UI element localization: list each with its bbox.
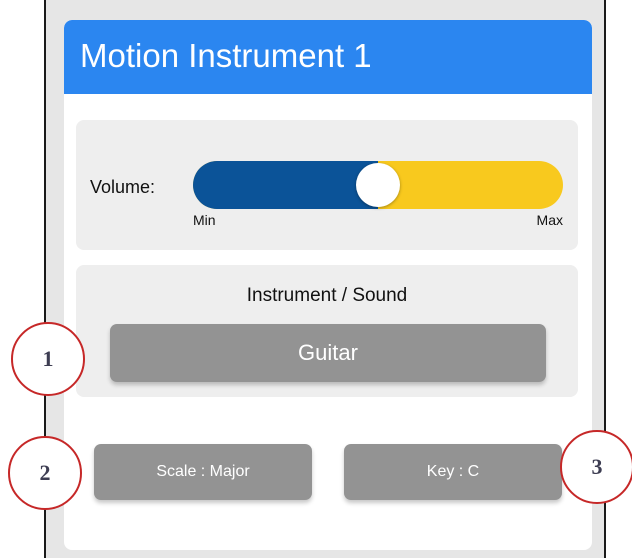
- volume-min-label: Min: [193, 212, 216, 228]
- volume-slider-thumb[interactable]: [356, 163, 400, 207]
- instrument-select-button[interactable]: Guitar: [110, 324, 546, 382]
- key-button[interactable]: Key : C: [344, 444, 562, 500]
- device-frame: Motion Instrument 1 Volume: Min Max Inst…: [44, 0, 606, 558]
- callout-marker-1: 1: [11, 322, 85, 396]
- callout-marker-3: 3: [560, 430, 632, 504]
- app-screen: Motion Instrument 1 Volume: Min Max Inst…: [64, 20, 592, 550]
- volume-max-label: Max: [536, 212, 563, 228]
- volume-slider-fill: [193, 161, 378, 209]
- page-title: Motion Instrument 1: [80, 37, 372, 74]
- instrument-heading: Instrument / Sound: [246, 285, 408, 306]
- volume-label: Volume:: [90, 177, 156, 197]
- app-header: Motion Instrument 1: [64, 20, 592, 94]
- instrument-panel: Instrument / Sound Guitar: [76, 265, 578, 397]
- scale-button[interactable]: Scale : Major: [94, 444, 312, 500]
- callout-marker-2: 2: [8, 436, 82, 510]
- volume-panel: Volume: Min Max: [76, 120, 578, 250]
